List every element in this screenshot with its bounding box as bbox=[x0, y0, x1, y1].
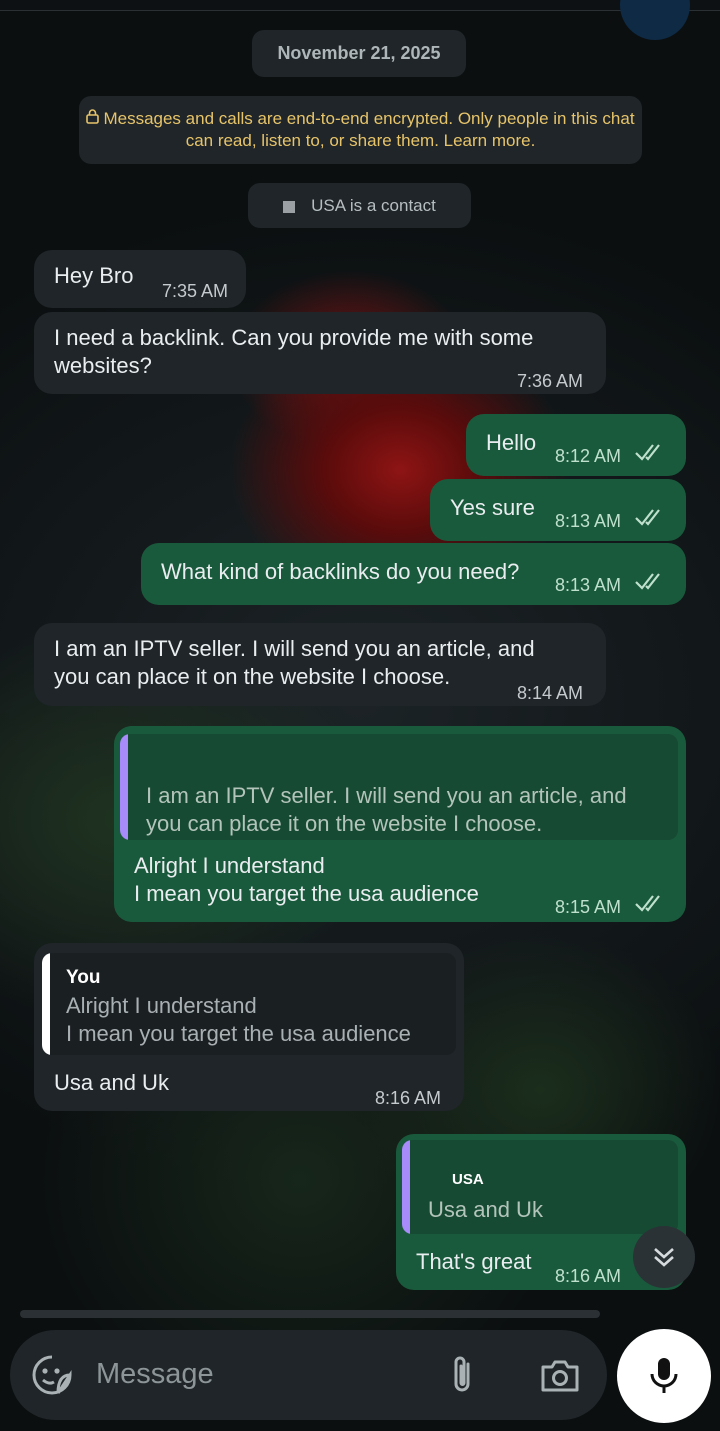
quoted-text: Usa and Uk bbox=[428, 1197, 543, 1222]
message-text: Hey Bro bbox=[54, 263, 134, 288]
composer-divider bbox=[20, 1310, 600, 1318]
encryption-text: Messages and calls are end-to-end encryp… bbox=[103, 109, 635, 150]
voice-message-button[interactable] bbox=[617, 1329, 711, 1423]
message-text: I need a backlink. Can you provide me wi… bbox=[54, 325, 534, 378]
sticker-emoji-button[interactable] bbox=[30, 1353, 74, 1397]
redacted-name bbox=[283, 200, 296, 213]
message-time: 8:16 AM bbox=[555, 1266, 622, 1286]
message-outgoing[interactable]: What kind of backlinks do you need? 8:13… bbox=[141, 543, 686, 605]
quoted-message[interactable]: You Alright I understand I mean you targ… bbox=[42, 953, 456, 1055]
camera-button[interactable] bbox=[537, 1353, 583, 1399]
encryption-notice[interactable]: Messages and calls are end-to-end encryp… bbox=[79, 96, 642, 164]
message-incoming[interactable]: I am an IPTV seller. I will send you an … bbox=[34, 623, 606, 706]
message-time: 8:14 AM bbox=[517, 683, 584, 703]
scroll-to-bottom-button[interactable] bbox=[633, 1226, 695, 1288]
sticker-emoji-icon bbox=[32, 1355, 72, 1395]
message-input[interactable]: Message bbox=[96, 1358, 214, 1391]
quoted-text-line2: I mean you target the usa audience bbox=[66, 1021, 411, 1046]
message-composer[interactable]: Message bbox=[10, 1330, 607, 1420]
reply-message-outgoing[interactable]: I am an IPTV seller. I will send you an … bbox=[114, 726, 686, 922]
quote-bar bbox=[42, 953, 50, 1055]
message-text: What kind of backlinks do you need? bbox=[161, 559, 520, 584]
message-incoming[interactable]: I need a backlink. Can you provide me wi… bbox=[34, 312, 606, 394]
quoted-message[interactable]: USA Usa and Uk bbox=[402, 1140, 678, 1234]
camera-icon bbox=[541, 1360, 579, 1392]
quoted-author: USA bbox=[452, 1171, 484, 1188]
microphone-icon bbox=[650, 1358, 678, 1393]
quoted-text: I am an IPTV seller. I will send you an … bbox=[146, 783, 627, 836]
paperclip-icon bbox=[454, 1356, 470, 1392]
double-check-icon bbox=[635, 444, 660, 461]
message-outgoing[interactable]: Yes sure 8:13 AM bbox=[430, 479, 686, 541]
double-check-icon bbox=[635, 573, 660, 590]
contact-notice-text: USA is a contact bbox=[311, 196, 436, 215]
message-time: 8:15 AM bbox=[555, 897, 622, 917]
quoted-message[interactable]: I am an IPTV seller. I will send you an … bbox=[120, 734, 678, 840]
message-time: 8:13 AM bbox=[555, 511, 622, 531]
message-time: 7:35 AM bbox=[162, 281, 229, 301]
lock-icon bbox=[86, 108, 100, 130]
message-text: Hello bbox=[486, 430, 537, 455]
message-time: 7:36 AM bbox=[517, 371, 584, 391]
message-incoming[interactable]: Hey Bro 7:35 AM bbox=[34, 250, 246, 308]
double-check-icon bbox=[635, 509, 660, 526]
double-check-icon bbox=[635, 895, 660, 912]
message-time: 8:12 AM bbox=[555, 446, 622, 466]
message-text: I am an IPTV seller. I will send you an … bbox=[54, 636, 535, 689]
quoted-author: You bbox=[66, 967, 101, 988]
attach-button[interactable] bbox=[440, 1352, 486, 1398]
quote-bar bbox=[402, 1140, 410, 1234]
top-divider bbox=[0, 0, 720, 11]
chevron-double-down-icon bbox=[654, 1248, 674, 1267]
message-time: 8:16 AM bbox=[375, 1088, 442, 1108]
contact-notice: USA is a contact bbox=[248, 183, 471, 228]
message-text-line2: I mean you target the usa audience bbox=[134, 881, 479, 906]
message-text: That's great bbox=[416, 1249, 532, 1274]
quoted-text-line1: Alright I understand bbox=[66, 993, 257, 1018]
message-time: 8:13 AM bbox=[555, 575, 622, 595]
reply-message-incoming[interactable]: You Alright I understand I mean you targ… bbox=[34, 943, 464, 1111]
message-text: Usa and Uk bbox=[54, 1070, 169, 1095]
message-text-line1: Alright I understand bbox=[134, 853, 325, 878]
date-separator: November 21, 2025 bbox=[252, 30, 466, 77]
quote-bar bbox=[120, 734, 128, 840]
message-text: Yes sure bbox=[450, 495, 535, 520]
message-outgoing[interactable]: Hello 8:12 AM bbox=[466, 414, 686, 476]
